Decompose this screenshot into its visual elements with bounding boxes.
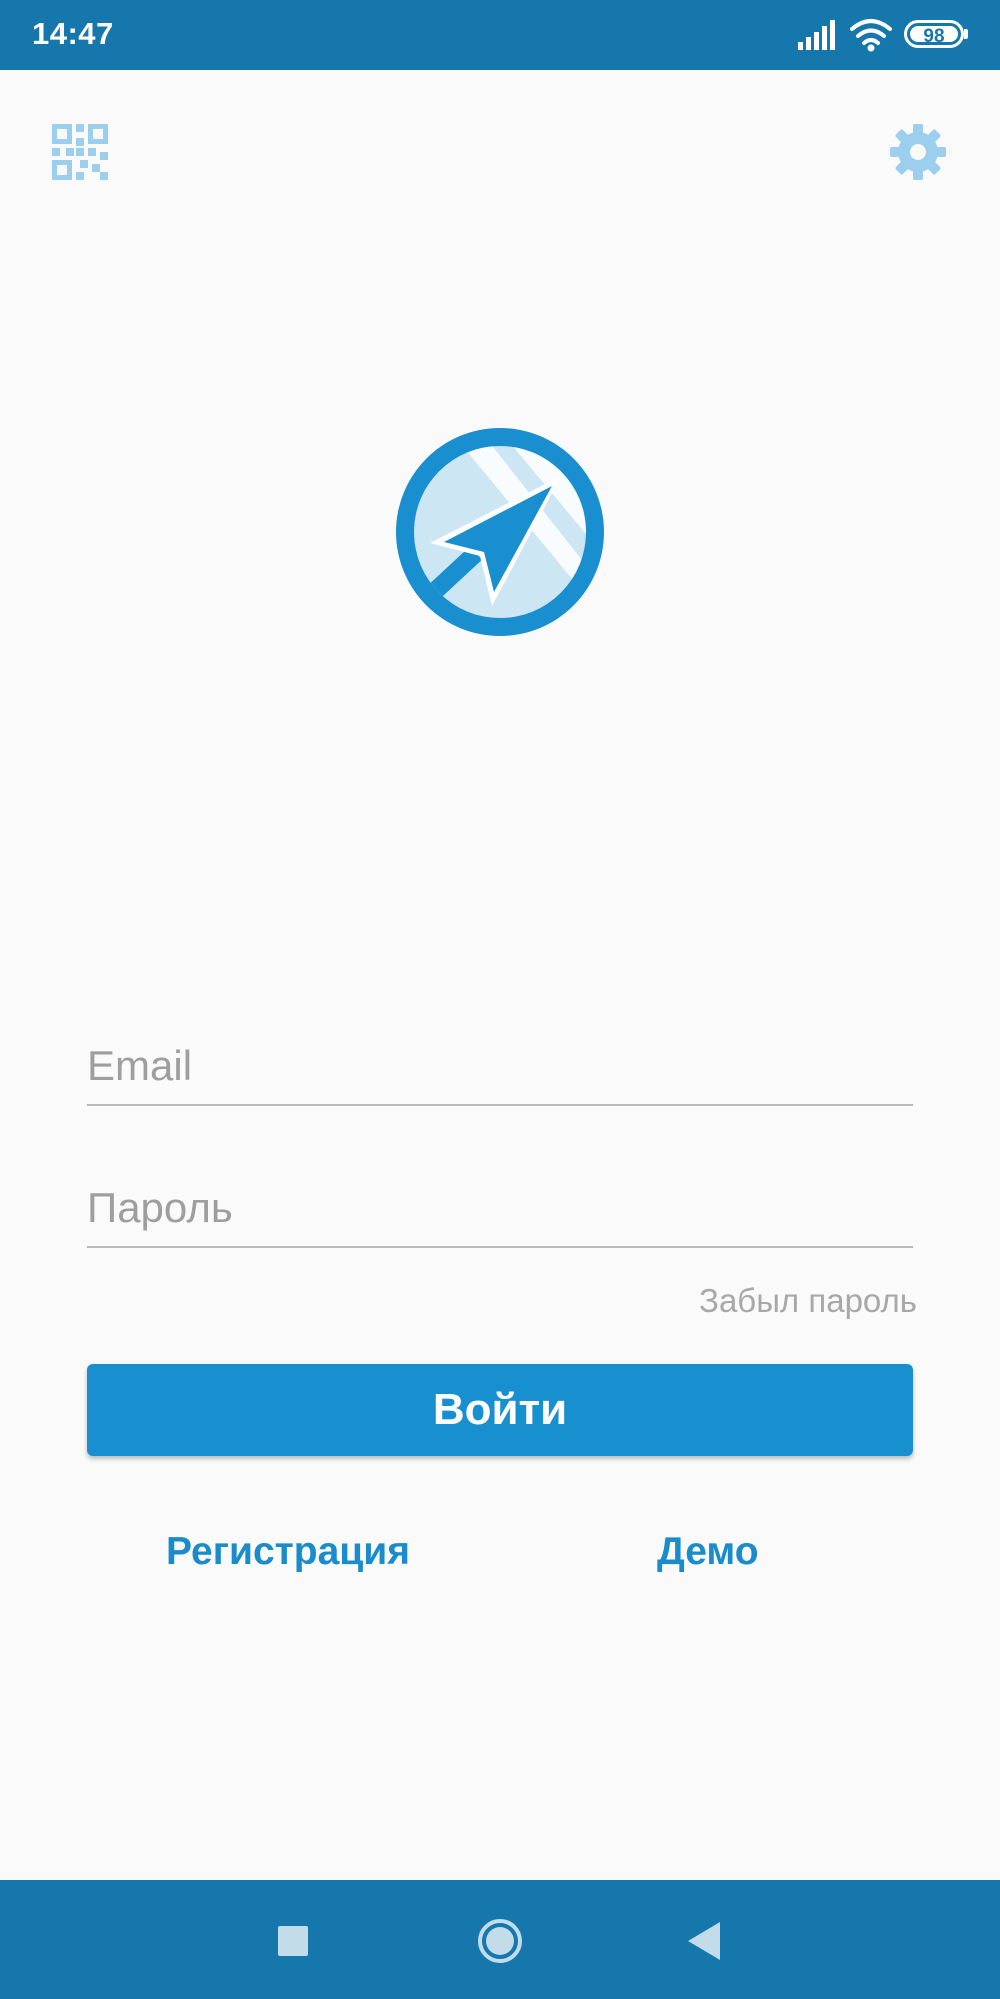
back-icon[interactable] <box>688 1922 720 1960</box>
signal-icon <box>798 20 835 50</box>
home-icon[interactable] <box>477 1918 523 1964</box>
login-button[interactable]: Войти <box>87 1364 913 1456</box>
qr-code-icon[interactable] <box>52 124 108 180</box>
battery-tip <box>964 29 968 39</box>
wifi-icon <box>850 19 892 52</box>
demo-link[interactable]: Демо <box>657 1530 759 1574</box>
navigation-arrow-logo <box>396 428 604 636</box>
recent-apps-icon[interactable] <box>278 1926 308 1956</box>
status-time: 14:47 <box>32 16 114 51</box>
email-field[interactable] <box>87 1034 913 1098</box>
login-screen: 14:47 98 Email Забыл пароль Войти Регист… <box>0 0 1000 1999</box>
battery-icon: 98 <box>904 20 964 48</box>
navigation-bar <box>0 1880 1000 1999</box>
register-link[interactable]: Регистрация <box>166 1530 410 1574</box>
password-field-container <box>87 1176 913 1248</box>
status-bar: 14:47 98 <box>0 0 1000 70</box>
password-field[interactable] <box>87 1176 913 1240</box>
forgot-password-link[interactable]: Забыл пароль <box>699 1282 917 1320</box>
email-field-container <box>87 1034 913 1106</box>
gear-icon[interactable] <box>888 122 948 182</box>
battery-level: 98 <box>923 26 945 47</box>
